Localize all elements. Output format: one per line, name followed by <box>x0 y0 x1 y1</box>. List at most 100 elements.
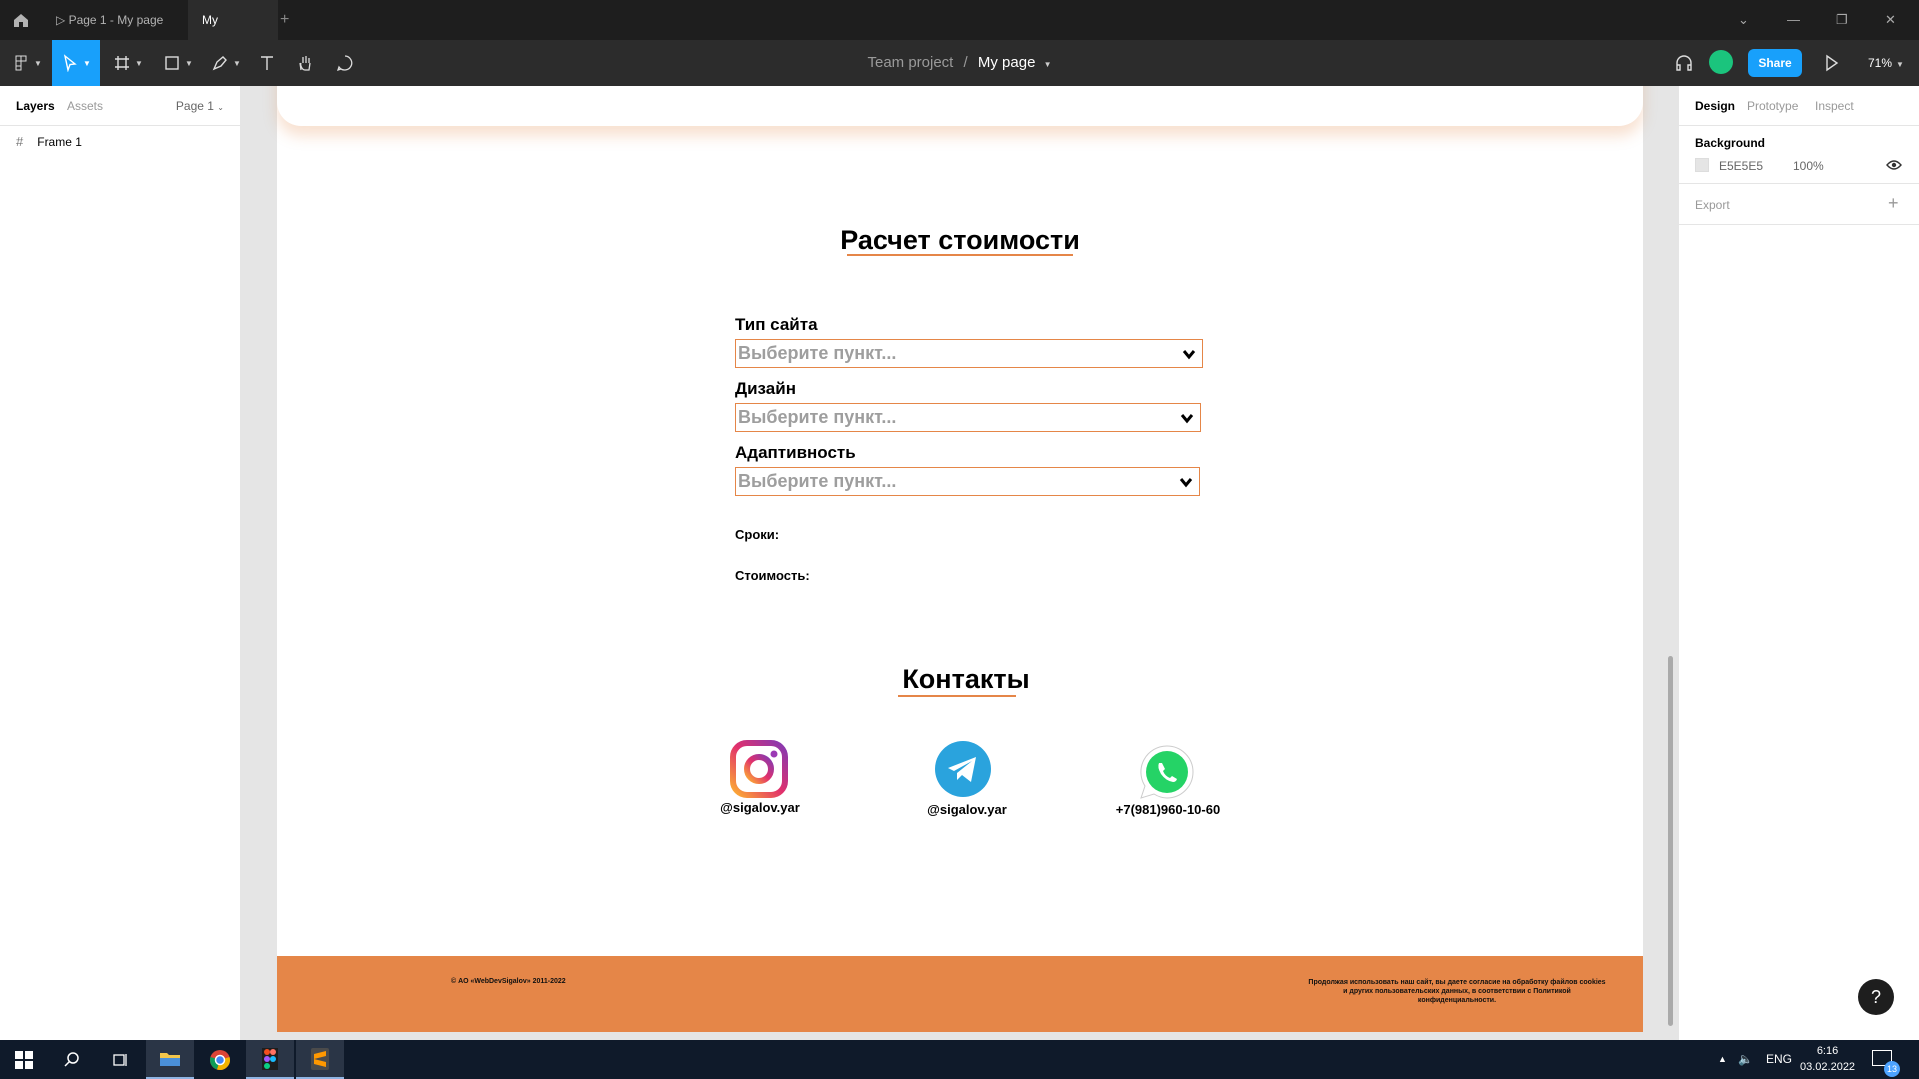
layer-name: Frame 1 <box>37 134 82 149</box>
footer-copyright: © АО «WebDevSigalov» 2011-2022 <box>451 978 566 985</box>
zoom-dropdown[interactable]: 71% ▼ <box>1868 40 1904 88</box>
chevron-down-icon: ▼ <box>1896 60 1904 69</box>
start-button[interactable] <box>0 1040 48 1079</box>
shape-tool-button[interactable]: ▼ <box>158 40 198 86</box>
hand-tool-button[interactable] <box>290 40 320 86</box>
figma-logo-icon <box>15 55 27 71</box>
background-title: Background <box>1695 136 1766 150</box>
page-selector[interactable]: Page 1 ⌄ <box>176 99 224 113</box>
background-opacity[interactable]: 100% <box>1793 159 1824 173</box>
folder-icon <box>160 1052 180 1066</box>
frame-icon: # <box>16 134 24 149</box>
zoom-value: 71% <box>1868 56 1893 70</box>
help-button[interactable]: ? <box>1858 979 1894 1015</box>
whatsapp-icon[interactable] <box>1138 743 1196 801</box>
telegram-handle[interactable]: @sigalov.yar <box>902 802 1032 817</box>
restore-icon[interactable]: ❐ <box>1836 0 1848 40</box>
canvas[interactable]: Расчет стоимости Тип сайта Выберите пунк… <box>242 86 1678 1040</box>
calc-title: Расчет стоимости <box>840 225 1080 255</box>
design-select[interactable]: Выберите пункт... <box>735 403 1201 432</box>
clock-date: 03.02.2022 <box>1800 1061 1856 1073</box>
sublime-icon <box>311 1047 329 1070</box>
taskbar-figma[interactable] <box>246 1040 294 1079</box>
export-section: Export + <box>1679 184 1919 225</box>
hand-icon <box>299 56 311 71</box>
share-button[interactable]: Share <box>1748 49 1802 77</box>
layers-panel: Layers Assets Page 1 ⌄ # Frame 1 <box>0 86 241 1040</box>
windows-icon <box>15 1050 33 1069</box>
instagram-icon[interactable] <box>730 740 788 798</box>
eye-icon[interactable] <box>1886 159 1902 171</box>
frame-tool-button[interactable]: ▼ <box>108 40 148 86</box>
pen-tool-button[interactable]: ▼ <box>206 40 246 86</box>
taskbar-sublime[interactable] <box>296 1040 344 1079</box>
header-card <box>277 86 1643 126</box>
telegram-icon[interactable] <box>934 740 992 798</box>
windows-taskbar: ▲ 🔈 ENG 6:16 03.02.2022 13 <box>0 1040 1919 1079</box>
tab-my-page[interactable]: My page✕ <box>188 0 278 67</box>
breadcrumb-project[interactable]: Team project <box>867 54 953 71</box>
search-button[interactable] <box>48 1040 96 1079</box>
taskbar-chrome[interactable] <box>196 1040 244 1079</box>
task-view-button[interactable] <box>96 1040 144 1079</box>
contacts-title-underline <box>898 695 1016 697</box>
price-label: Стоимость: <box>735 568 810 583</box>
clock[interactable]: 6:16 03.02.2022 <box>1800 1043 1855 1075</box>
background-hex[interactable]: E5E5E5 <box>1719 159 1763 173</box>
avatar[interactable] <box>1709 50 1733 74</box>
adaptivity-select[interactable]: Выберите пункт... <box>735 467 1200 496</box>
background-section: Background E5E5E5 100% <box>1679 126 1919 184</box>
text-tool-button[interactable] <box>252 40 282 86</box>
language-indicator[interactable]: ENG <box>1766 1040 1792 1079</box>
pen-icon <box>212 56 227 71</box>
breadcrumb-page[interactable]: My page <box>978 54 1036 71</box>
tab-label: Page 1 - My page <box>68 13 164 27</box>
background-color-swatch[interactable] <box>1695 158 1709 172</box>
whatsapp-phone[interactable]: +7(981)960-10-60 <box>1103 802 1233 817</box>
comment-icon <box>336 55 353 72</box>
chevron-down-icon[interactable]: ▼ <box>1044 60 1052 69</box>
tab-assets[interactable]: Assets <box>67 99 103 113</box>
minimize-icon[interactable]: — <box>1787 0 1800 40</box>
footer: © АО «WebDevSigalov» 2011-2022 Продолжая… <box>277 956 1643 1032</box>
taskbar-explorer[interactable] <box>146 1040 194 1079</box>
move-tool-button[interactable]: ▼ <box>52 40 100 86</box>
comment-tool-button[interactable] <box>330 40 360 86</box>
field-label-site-type: Тип сайта <box>735 315 818 334</box>
new-tab-icon[interactable]: + <box>280 0 289 40</box>
chrome-icon <box>210 1049 230 1070</box>
chevron-down-icon[interactable]: ⌄ <box>1738 0 1749 40</box>
frame-icon <box>115 56 130 70</box>
chevron-down-icon <box>1180 414 1194 424</box>
instagram-handle[interactable]: @sigalov.yar <box>695 800 825 815</box>
close-window-icon[interactable]: ✕ <box>1885 0 1896 40</box>
breadcrumb: Team project / My page ▼ <box>0 40 1919 86</box>
contacts-title: Контакты <box>902 664 1030 694</box>
search-icon <box>64 1051 79 1067</box>
layers-panel-tabs: Layers Assets Page 1 ⌄ <box>0 86 240 126</box>
select-placeholder: Выберите пункт... <box>738 471 897 491</box>
footer-cookie-notice: Продолжая использовать наш сайт, вы дает… <box>1308 979 1606 1004</box>
vertical-scrollbar[interactable] <box>1668 656 1673 1026</box>
rectangle-icon <box>165 56 179 70</box>
frame-1[interactable]: Расчет стоимости Тип сайта Выберите пунк… <box>277 86 1643 1032</box>
home-icon[interactable] <box>12 11 30 29</box>
add-export-icon[interactable]: + <box>1888 193 1899 214</box>
tray-chevron-icon[interactable]: ▲ <box>1718 1040 1727 1079</box>
site-type-select[interactable]: Выберите пункт... <box>735 339 1203 368</box>
tab-design[interactable]: Design <box>1695 99 1735 113</box>
volume-icon[interactable]: 🔈 <box>1738 1040 1753 1079</box>
main-menu-button[interactable]: ▼ <box>8 40 46 86</box>
properties-panel-tabs: Design Prototype Inspect <box>1679 86 1919 126</box>
cursor-icon <box>63 54 77 72</box>
tab-prototype[interactable]: Prototype <box>1747 99 1798 113</box>
term-label: Сроки: <box>735 527 780 542</box>
tab-inspect[interactable]: Inspect <box>1815 99 1854 113</box>
layer-row[interactable]: # Frame 1 <box>16 134 82 149</box>
tab-layers[interactable]: Layers <box>16 99 55 113</box>
headphones-icon[interactable] <box>1674 53 1694 73</box>
export-title: Export <box>1695 198 1730 212</box>
select-placeholder: Выберите пункт... <box>738 343 897 363</box>
play-icon[interactable] <box>1824 54 1840 72</box>
tab-page1[interactable]: ▷ Page 1 - My page <box>42 0 177 40</box>
